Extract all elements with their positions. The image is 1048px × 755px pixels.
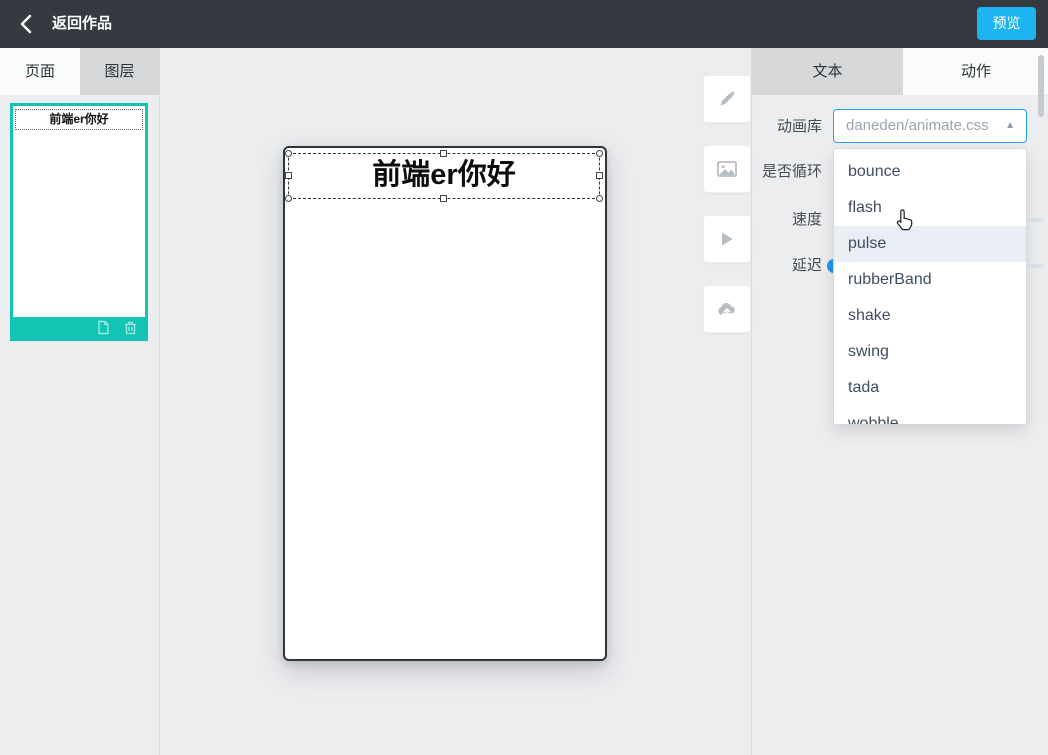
resize-handle-bottom-center[interactable] (440, 195, 447, 202)
editor-app: 返回作品 预览 页面 图层 前端er你好 + 前端er你好 (0, 0, 1048, 755)
speed-slider-track[interactable] (1030, 218, 1044, 222)
trash-icon[interactable] (124, 320, 137, 335)
tab-pages[interactable]: 页面 (0, 48, 80, 95)
animation-library-value: daneden/animate.css (846, 117, 989, 134)
dropdown-item-swing[interactable]: swing (834, 334, 1026, 370)
back-icon[interactable] (16, 13, 38, 35)
dropdown-item-bounce[interactable]: bounce (834, 154, 1026, 190)
dropdown-item-pulse[interactable]: pulse (834, 226, 1026, 262)
thumbnail-text-element: 前端er你好 (15, 109, 143, 130)
tab-text[interactable]: 文本 (752, 48, 903, 95)
add-image-button[interactable] (703, 145, 751, 193)
chevron-up-icon: ▲ (1005, 120, 1015, 131)
resize-handle-bottom-right[interactable] (596, 195, 603, 202)
pages-sidebar: 页面 图层 前端er你好 + (0, 48, 160, 755)
resize-handle-top-center[interactable] (440, 150, 447, 157)
dropdown-item-rubberband[interactable]: rubberBand (834, 262, 1026, 298)
dropdown-item-flash[interactable]: flash (834, 190, 1026, 226)
selected-text-element[interactable]: 前端er你好 (285, 150, 603, 202)
thumbnail-actions (13, 317, 145, 338)
dropdown-item-tada[interactable]: tada (834, 370, 1026, 406)
play-icon (722, 232, 733, 246)
design-canvas[interactable]: 前端er你好 (283, 146, 607, 661)
tab-layers[interactable]: 图层 (80, 48, 159, 95)
resize-handle-mid-right[interactable] (596, 172, 603, 179)
preview-button[interactable]: 预览 (977, 7, 1036, 40)
animation-dropdown: bounce flash pulse rubberBand shake swin… (833, 148, 1027, 425)
add-media-button[interactable] (703, 215, 751, 263)
topbar: 返回作品 预览 (0, 0, 1048, 48)
label-loop: 是否循环 (761, 163, 822, 180)
page-thumbnail[interactable]: 前端er你好 (10, 103, 148, 341)
animation-library-select[interactable]: daneden/animate.css ▲ (833, 109, 1027, 143)
page-thumbnail-preview: 前端er你好 (13, 106, 145, 317)
image-icon (717, 161, 737, 177)
label-animation-library: 动画库 (776, 118, 822, 135)
resize-handle-top-right[interactable] (596, 150, 603, 157)
add-text-button[interactable] (703, 75, 751, 123)
canvas-text: 前端er你好 (372, 159, 516, 191)
dropdown-scrollbar[interactable] (1038, 55, 1044, 117)
dropdown-item-shake[interactable]: shake (834, 298, 1026, 334)
dropdown-item-wobble[interactable]: wobble (834, 406, 1026, 424)
tab-action[interactable]: 动作 (903, 48, 1048, 95)
label-speed: 速度 (791, 211, 822, 228)
delay-slider-track[interactable] (1030, 264, 1044, 268)
duplicate-page-icon[interactable] (97, 320, 110, 335)
cloud-upload-icon (718, 302, 735, 317)
pencil-icon (720, 91, 735, 106)
resize-handle-mid-left[interactable] (285, 172, 292, 179)
properties-panel: 文本 动作 动画库 是否循环 速度 延迟 daneden/animate.css… (751, 48, 1048, 755)
label-delay: 延迟 (791, 257, 822, 274)
resize-handle-top-left[interactable] (285, 150, 292, 157)
back-to-works-link[interactable]: 返回作品 (52, 0, 112, 48)
resize-handle-bottom-left[interactable] (285, 195, 292, 202)
upload-button[interactable] (703, 285, 751, 333)
